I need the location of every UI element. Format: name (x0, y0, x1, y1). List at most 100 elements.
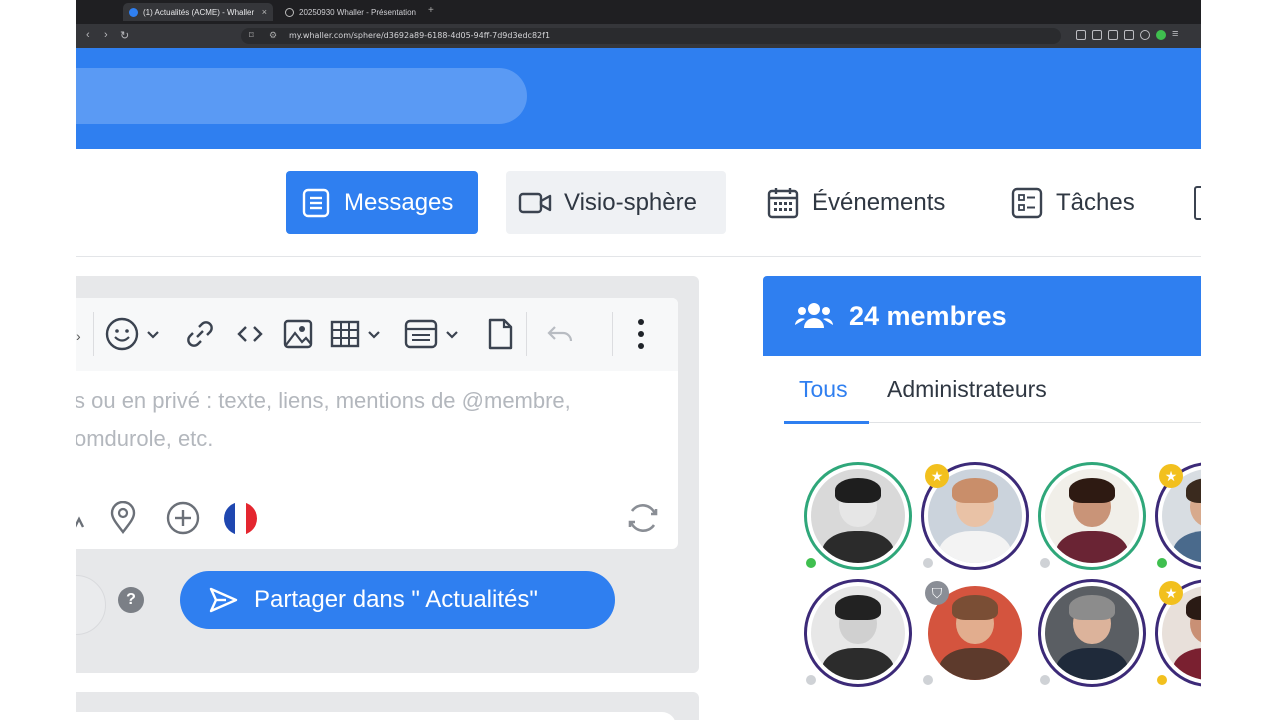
tab-tasks-label: Tâches (1056, 188, 1135, 216)
partial-attachment-icon[interactable] (76, 498, 94, 538)
extension-icon[interactable] (1124, 30, 1134, 40)
search-input[interactable] (76, 68, 527, 124)
sidebar-icon[interactable] (1092, 30, 1102, 40)
members-tab-admins[interactable]: Administrateurs (887, 376, 1047, 403)
members-header: 24 membres (763, 276, 1201, 356)
editor-toolbar: › (76, 298, 678, 371)
tab-messages-label: Messages (344, 188, 454, 216)
reload-icon[interactable]: ↻ (120, 29, 129, 42)
document-button[interactable] (480, 314, 520, 354)
back-arrow-icon[interactable]: ‹ (86, 29, 90, 41)
forward-arrow-icon[interactable]: › (104, 29, 108, 41)
calendar-icon (767, 187, 799, 218)
tab-visio-label: Visio-sphère (564, 188, 697, 216)
help-button[interactable]: ? (118, 587, 144, 613)
download-icon[interactable] (1076, 30, 1086, 40)
members-widget: 24 membres Tous Administrateurs ★ ★ ⛉ ★ (763, 276, 1201, 720)
block-format-button[interactable] (402, 314, 464, 354)
site-info-icon[interactable]: ⚙ (269, 30, 277, 41)
refresh-icon (628, 504, 658, 532)
refresh-button[interactable] (623, 498, 663, 538)
browser-tab-actualites[interactable]: (1) Actualités (ACME) - Whaller × (123, 3, 273, 21)
add-button[interactable] (163, 498, 203, 538)
member-status-offline (921, 556, 935, 570)
member-photo-hair (835, 478, 881, 503)
admin-star-badge-icon: ★ (1159, 464, 1183, 488)
video-camera-icon (518, 192, 552, 213)
nav-divider (76, 256, 1201, 257)
screen: (1) Actualités (ACME) - Whaller × 202509… (0, 0, 1280, 720)
member-status-offline (1038, 673, 1052, 687)
member-status-online (1155, 556, 1169, 570)
member-photo-body (822, 531, 894, 563)
member-avatar[interactable] (1038, 462, 1146, 570)
bookmark-icon[interactable]: ⌑ (249, 30, 254, 41)
link-icon (187, 321, 213, 347)
globe-icon (285, 7, 294, 17)
image-button[interactable] (278, 314, 318, 354)
tab-tasks[interactable]: Tâches (1010, 171, 1160, 234)
wallet-icon[interactable] (1108, 30, 1118, 40)
profile-status-icon[interactable] (1156, 30, 1166, 40)
location-button[interactable] (103, 498, 143, 538)
next-tab-icon[interactable] (1194, 186, 1201, 220)
emoji-button[interactable] (102, 314, 166, 354)
tab-messages[interactable]: Messages (286, 171, 478, 234)
browser-toolbar: ‹ › ↻ ⌑ ⚙ my.whaller.com/sphere/d3692a89… (76, 24, 1201, 48)
members-tab-indicator (784, 421, 869, 424)
member-avatar[interactable] (804, 579, 912, 687)
toolbar-more-left-icon[interactable]: › (76, 328, 81, 344)
link-button[interactable] (180, 314, 220, 354)
member-photo-body (822, 648, 894, 680)
close-tab-icon[interactable]: × (262, 7, 267, 17)
messages-icon (302, 188, 330, 217)
browser-tab-presentation[interactable]: 20250930 Whaller - Présentation (279, 3, 429, 21)
plus-circle-icon (166, 501, 200, 535)
undo-icon (547, 326, 573, 342)
sphere-header (76, 48, 1201, 149)
table-button[interactable] (328, 314, 386, 354)
toolbar-separator (93, 312, 94, 356)
post-editor: › s ou en privé: texte, liens, mentions… (76, 298, 678, 549)
document-icon (488, 318, 513, 350)
code-icon (237, 326, 263, 342)
member-avatar[interactable] (1038, 579, 1146, 687)
member-status-offline (921, 673, 935, 687)
member-photo-hair (835, 595, 881, 620)
members-tab-all[interactable]: Tous (799, 376, 848, 403)
vpn-icon[interactable] (1140, 30, 1150, 40)
tab-visio-sphere[interactable]: Visio-sphère (506, 171, 726, 234)
toolbar-separator (612, 312, 613, 356)
undo-button[interactable] (540, 314, 580, 354)
member-status-offline (804, 673, 818, 687)
browser-tab-title: (1) Actualités (ACME) - Whaller (143, 7, 255, 17)
member-avatar[interactable] (804, 462, 912, 570)
url-text: my.whaller.com/sphere/d3692a89-6188-4d05… (289, 31, 551, 40)
member-photo-hair (1186, 478, 1201, 503)
more-options-button[interactable] (621, 314, 661, 354)
share-button-label: Partager dans " Actualités" (254, 586, 538, 613)
member-photo (1045, 586, 1139, 680)
browser-tab-title: 20250930 Whaller - Présentation (299, 7, 416, 17)
new-tab-button[interactable]: + (428, 5, 434, 16)
language-french-flag-icon[interactable] (224, 502, 257, 535)
code-button[interactable] (230, 314, 270, 354)
browser-tab-strip: (1) Actualités (ACME) - Whaller × 202509… (76, 0, 1201, 24)
task-list-icon (1011, 187, 1043, 218)
tab-events[interactable]: Événements (766, 171, 966, 234)
toolbar-separator (526, 312, 527, 356)
member-photo (811, 586, 905, 680)
emoji-icon (105, 317, 159, 351)
placeholder-line: s ou en privé : texte, liens, mentions d… (76, 388, 571, 413)
member-photo (811, 469, 905, 563)
members-count: 24 membres (849, 300, 1007, 331)
address-bar[interactable]: ⌑ ⚙ my.whaller.com/sphere/d3692a89-6188-… (241, 28, 1061, 44)
member-status-offline (1038, 556, 1052, 570)
share-button[interactable]: Partager dans " Actualités" (180, 571, 615, 629)
member-photo-hair (1069, 478, 1115, 503)
admin-star-badge-icon: ★ (925, 464, 949, 488)
member-status-away (1155, 673, 1169, 687)
image-icon (283, 319, 313, 349)
post-text-placeholder[interactable]: s ou en privé : texte, liens, mentions d… (76, 382, 674, 458)
menu-icon[interactable]: ≡ (1172, 28, 1182, 40)
